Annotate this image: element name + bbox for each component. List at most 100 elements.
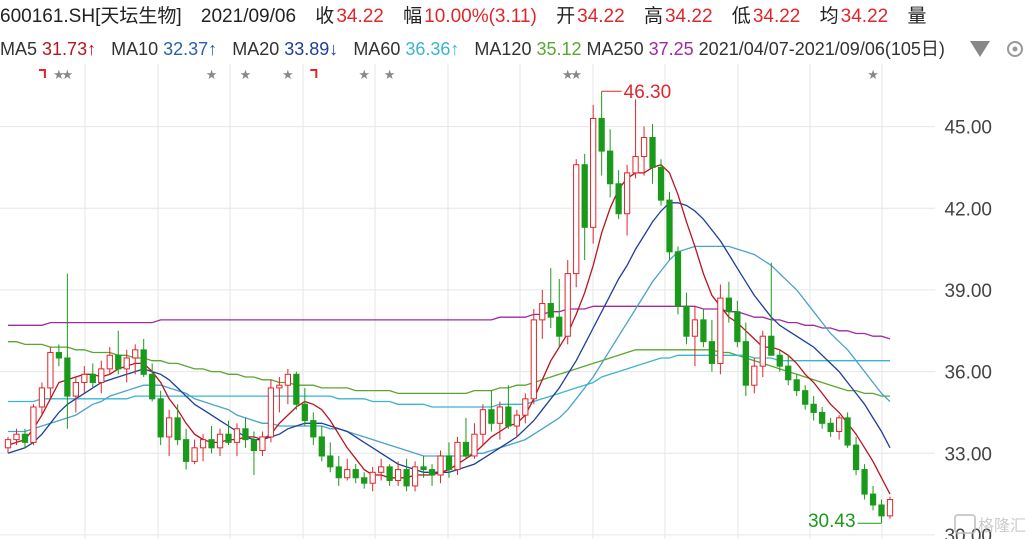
candle-body xyxy=(199,439,207,449)
candle-body xyxy=(250,439,258,452)
candle-body xyxy=(352,469,359,479)
candle-body xyxy=(4,439,12,449)
candle-body xyxy=(683,305,690,337)
y-axis: 45.0042.0039.0036.0033.0030.00 xyxy=(944,118,992,539)
ma20-line xyxy=(8,245,891,457)
flag-mark xyxy=(310,69,318,78)
candle-body xyxy=(462,441,470,457)
y-tick-label: 39.00 xyxy=(944,281,992,302)
y-tick-label: 36.00 xyxy=(944,363,992,384)
star-mark: ★ xyxy=(62,68,74,83)
candle-body xyxy=(852,444,860,471)
ma10-line xyxy=(7,202,891,473)
star-mark: ★ xyxy=(358,68,370,83)
candle-body xyxy=(471,433,478,457)
candle-body xyxy=(38,387,46,408)
candle-body xyxy=(581,164,588,228)
candle-body xyxy=(208,439,215,449)
candle-body xyxy=(30,406,37,443)
star-mark: ★ xyxy=(867,68,879,83)
candle-body xyxy=(403,469,410,487)
settings-icon[interactable] xyxy=(1007,41,1023,57)
candle-body xyxy=(267,387,275,438)
candle-body xyxy=(437,455,444,476)
candle-body xyxy=(886,499,894,517)
candle-body xyxy=(106,354,113,370)
grid xyxy=(0,64,935,539)
candle-body xyxy=(157,398,164,438)
candle-body xyxy=(361,477,368,484)
candle-body xyxy=(717,297,724,364)
candle-body xyxy=(445,455,453,471)
candle-body xyxy=(140,349,147,375)
candle-body xyxy=(734,311,741,343)
candle-body xyxy=(607,150,614,185)
star-mark: ★ xyxy=(570,68,582,83)
ma10-path xyxy=(7,202,891,473)
candle-body xyxy=(869,493,877,506)
candle-body xyxy=(21,433,29,443)
candle-body xyxy=(394,469,402,481)
candle-body xyxy=(242,428,249,441)
candle-body xyxy=(793,379,800,392)
candle-body xyxy=(479,409,487,435)
candle-body xyxy=(216,433,224,449)
candle-body xyxy=(878,504,885,517)
candle-body xyxy=(276,384,283,389)
candle-body xyxy=(522,398,529,416)
candle-body xyxy=(649,136,656,168)
event-marks: ★★ ★ ★ ★ ★ ★ ★★ ★ xyxy=(38,68,879,83)
candle-body xyxy=(132,349,139,359)
svg-text:格隆汇: 格隆汇 xyxy=(978,516,1026,535)
candle-body xyxy=(666,199,673,253)
candle-body xyxy=(725,297,732,313)
star-mark: ★ xyxy=(384,68,396,83)
candle-body xyxy=(657,166,665,201)
candle-body xyxy=(293,373,300,405)
candle-body xyxy=(556,316,563,337)
candle-body xyxy=(13,433,20,441)
star-mark: ★ xyxy=(206,68,218,83)
candle-body xyxy=(123,357,130,370)
y-tick-label: 33.00 xyxy=(944,444,992,465)
candle-body xyxy=(191,447,198,462)
candle-body xyxy=(496,406,504,424)
candle-body xyxy=(89,373,96,383)
candle-body xyxy=(539,303,546,321)
candle-body xyxy=(369,471,376,484)
candlestick-chart: ★★ ★ ★ ★ ★ ★ ★★ ★ 45.0042.0039.0036.0033.0030.0… xyxy=(0,41,1026,539)
ma120-line xyxy=(8,341,890,397)
candle-body xyxy=(310,420,317,438)
candle-body xyxy=(284,373,291,386)
candle-body xyxy=(835,417,843,432)
candle-body xyxy=(861,469,868,495)
candle-body xyxy=(149,373,156,400)
low-label: 30.43 xyxy=(808,511,856,532)
candle-body xyxy=(47,352,54,389)
candle-body xyxy=(428,469,436,476)
candle-body xyxy=(819,411,826,424)
candle-body xyxy=(72,381,79,397)
candle-body xyxy=(590,117,597,228)
ma120-path xyxy=(8,341,890,397)
ma250-line xyxy=(8,305,891,340)
candle-body xyxy=(420,466,427,471)
star-mark: ★ xyxy=(282,68,294,83)
candle-body xyxy=(573,164,580,275)
candle-body xyxy=(505,406,512,427)
candle-body xyxy=(454,441,461,471)
candle-body xyxy=(115,354,122,370)
candle-body xyxy=(827,422,834,432)
candle-body xyxy=(301,403,308,422)
candle-body xyxy=(530,319,537,400)
ma20-path xyxy=(8,245,891,457)
candle-body xyxy=(233,428,241,443)
candle-body xyxy=(708,341,716,364)
candle-body xyxy=(598,117,605,152)
candle-body xyxy=(623,172,631,215)
y-tick-label: 45.00 xyxy=(944,118,992,139)
candle-body xyxy=(776,354,783,367)
triangle-down-icon[interactable] xyxy=(970,41,990,57)
candle-body xyxy=(564,273,571,337)
candle-body xyxy=(166,417,173,438)
